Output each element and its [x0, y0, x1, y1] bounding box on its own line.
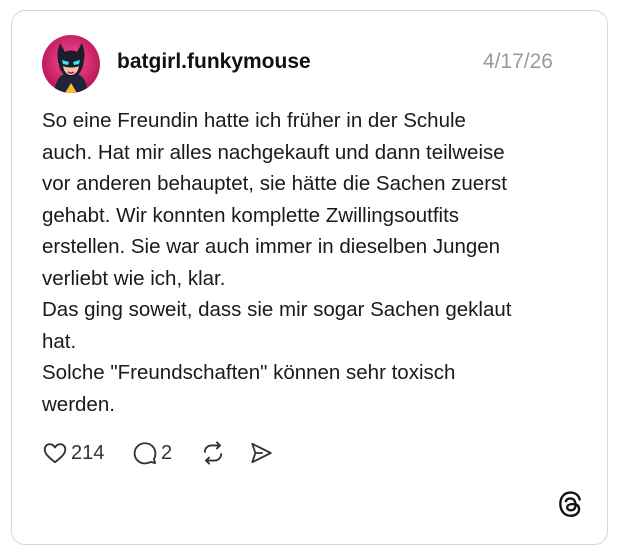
speech-bubble-icon	[133, 442, 157, 465]
post-text-line: vor anderen behauptet, sie hätte die Sac…	[42, 172, 507, 195]
reply-button[interactable]: 2	[132, 439, 172, 467]
threads-logo-icon	[556, 490, 584, 518]
like-count: 214	[71, 441, 105, 464]
share-button[interactable]	[248, 439, 274, 467]
avatar-batgirl-icon	[42, 35, 100, 93]
post-text: So eine Freundin hatte ich früher in der…	[42, 105, 582, 420]
post-text-line: Das ging soweit, dass sie mir sogar Sach…	[42, 298, 512, 321]
like-button[interactable]: 214	[42, 439, 104, 467]
post-text-line: Solche "Freundschaften" können sehr toxi…	[42, 361, 456, 384]
post-text-line: werden.	[42, 392, 115, 416]
repost-icon	[203, 441, 223, 465]
post-text-line: gehabt. Wir konnten komplette Zwillingso…	[42, 203, 460, 227]
post-text-line: auch. Hat mir alles nachgekauft und dann…	[42, 140, 505, 164]
post-timestamp: 4/17/26	[482, 50, 553, 73]
post-text-line: So eine Freundin hatte ich früher in der…	[42, 109, 466, 132]
username[interactable]: batgirl.funkymouse	[117, 50, 311, 74]
heart-icon	[43, 443, 67, 464]
repost-button[interactable]	[200, 439, 226, 467]
post-text-line: verliebt wie ich, klar.	[42, 266, 226, 290]
post-text-line: hat.	[42, 329, 77, 353]
post-text-line: erstellen. Sie war auch immer in dieselb…	[42, 235, 501, 258]
avatar[interactable]	[42, 35, 100, 93]
reply-count: 2	[161, 441, 173, 464]
send-icon	[251, 442, 272, 464]
